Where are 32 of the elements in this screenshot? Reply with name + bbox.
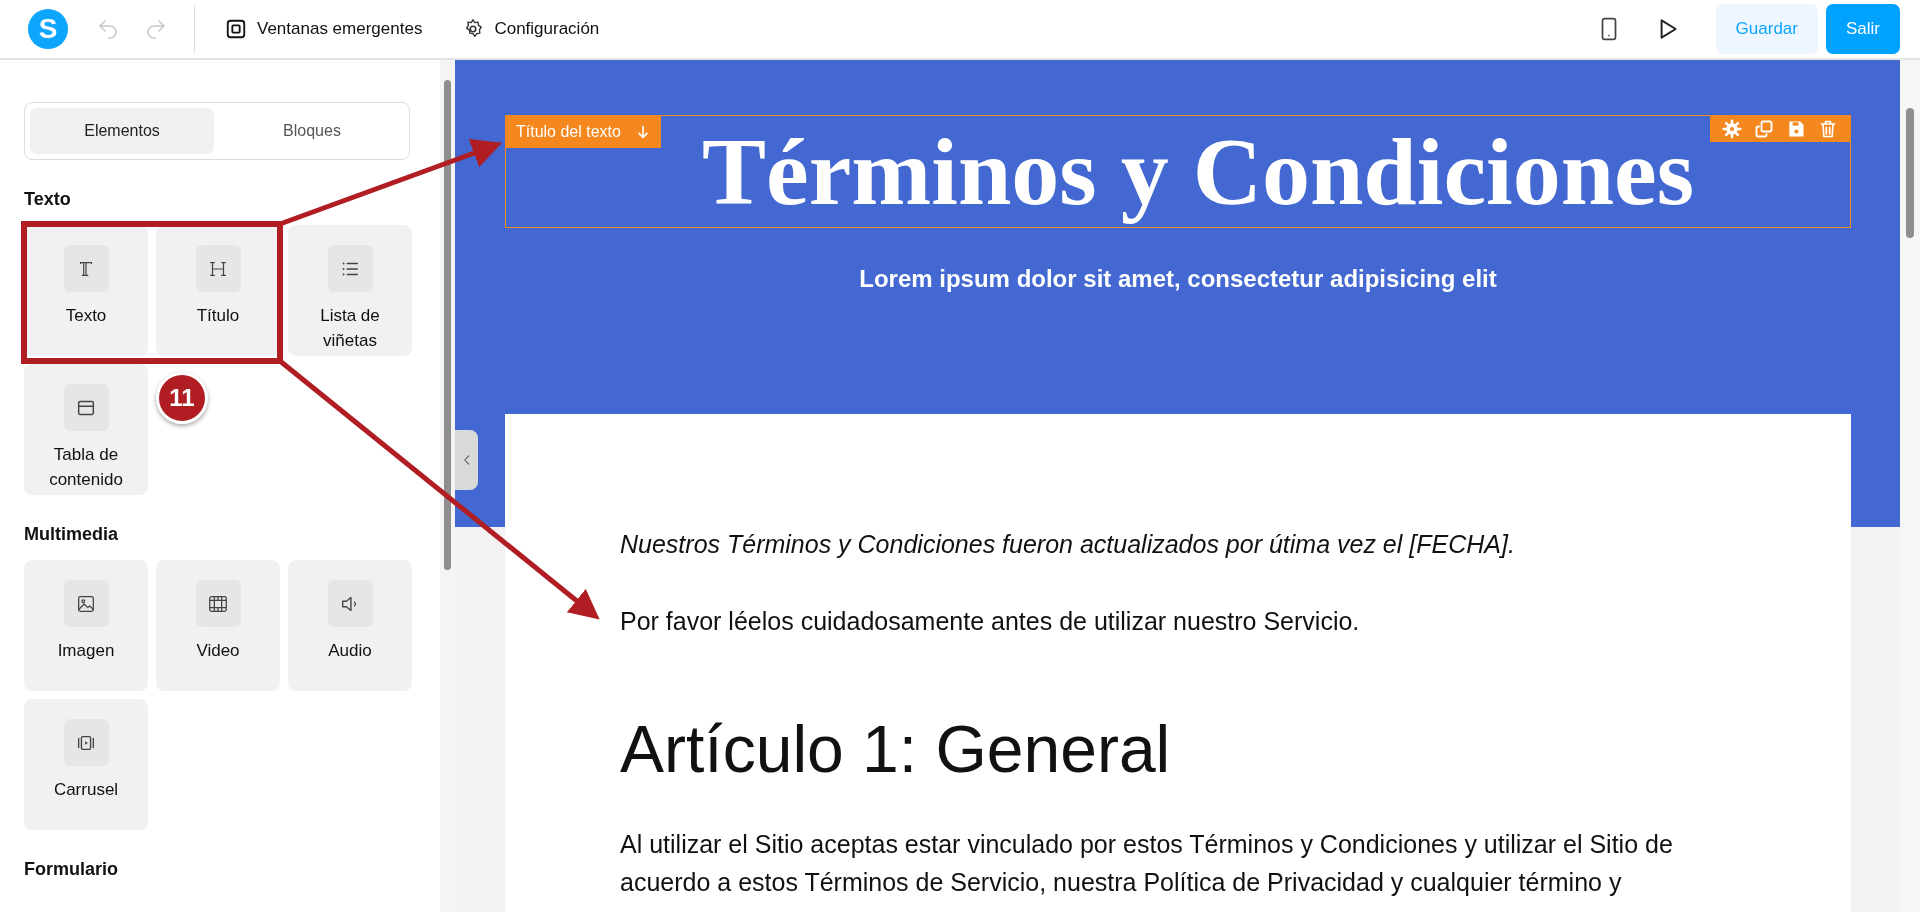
element-tile[interactable]: Título (156, 225, 280, 356)
popup-button[interactable]: Ventanas emergentes (215, 10, 433, 48)
tab[interactable]: Elementos (30, 108, 214, 154)
scroll-thumb[interactable] (1906, 108, 1914, 238)
tab[interactable]: Bloques (220, 108, 404, 154)
save-icon[interactable] (1786, 119, 1806, 139)
element-tile[interactable]: Texto (24, 225, 148, 356)
element-tile[interactable]: Video (156, 560, 280, 691)
element-tile[interactable]: Imagen (24, 560, 148, 691)
section-title: Formulario (24, 858, 119, 881)
note-text: Nuestros Términos y Condiciones fueron actualizados por útima vez el [FECHA]. (620, 529, 1516, 560)
paragraph: Por favor léelos cuidadosamente antes de utilizar nuestro Servicio. (620, 606, 1361, 637)
settings-icon[interactable] (1722, 119, 1742, 139)
section-title: Multimedia (24, 523, 119, 546)
element-tile[interactable]: Carrusel (24, 699, 148, 830)
scrollbar[interactable] (440, 60, 455, 912)
section-title: Texto (24, 188, 72, 211)
step-badge: 11 (156, 372, 208, 424)
scroll-thumb[interactable] (444, 80, 451, 570)
scrollbar[interactable] (1900, 60, 1920, 912)
paragraph: Al utilizar el Sitio aceptas estar vinculado por estos Términos y Condiciones y utilizar el Sitio de acuerdo a estos Términos de Servicio, nuestra Política de Privacidad y cualquier término y (620, 829, 1674, 898)
section-heading: Artículo 1: General (620, 711, 1172, 788)
trash-icon[interactable] (1818, 119, 1838, 139)
page-title: Términos y Condiciones (702, 117, 1695, 227)
subtitle: Lorem ipsum dolor sit amet, consectetur adipisicing elit (858, 264, 1498, 294)
element-tile[interactable]: Audio (288, 560, 412, 691)
collapse-handle[interactable] (455, 430, 478, 490)
settings-button[interactable]: Configuración (452, 10, 610, 48)
square-icon (225, 18, 247, 40)
element-tile[interactable]: Lista de viñetas (288, 225, 412, 356)
element-tile[interactable]: Tabla de contenido (24, 364, 148, 495)
copy-icon[interactable] (1754, 119, 1774, 139)
